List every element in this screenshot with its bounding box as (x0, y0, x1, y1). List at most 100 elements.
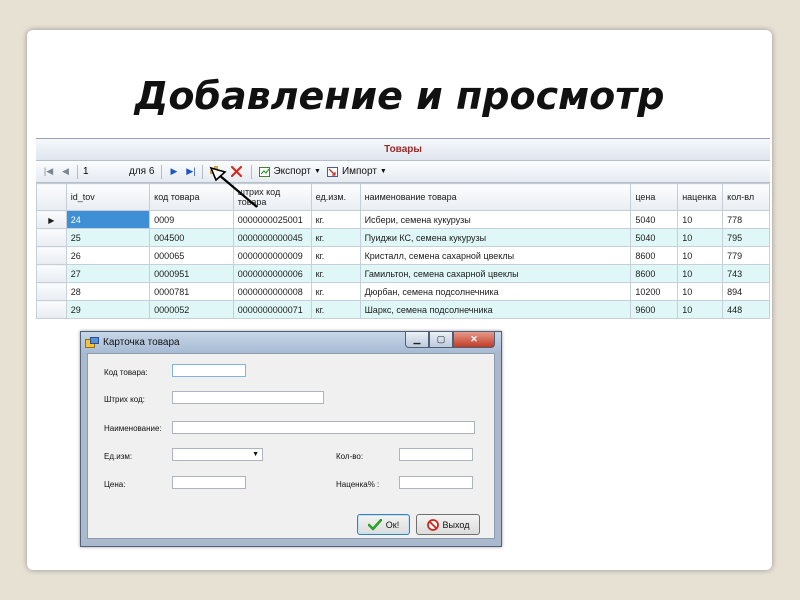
import-label: Импорт (341, 166, 377, 177)
cell-name[interactable]: Дюрбан, семена подсолнечника (359, 282, 632, 301)
table-row[interactable]: 26 000065 0000000000009 кг. Кристалл, се… (36, 246, 770, 265)
maximize-button[interactable]: ▢ (429, 332, 453, 348)
column-header[interactable]: наценка (677, 183, 724, 211)
export-dropdown-button[interactable]: Экспорт ▼ (258, 165, 321, 178)
cell-markup[interactable]: 10 (677, 246, 724, 265)
cell-name[interactable]: Исбери, семена кукурузы (359, 210, 632, 229)
cell-id[interactable]: 29 (65, 300, 151, 319)
cell-qty[interactable]: 795 (722, 228, 770, 247)
cell-markup[interactable]: 10 (677, 264, 724, 283)
pointer-arrow-icon (209, 166, 258, 208)
ok-button[interactable]: Ок! (357, 514, 410, 535)
column-header[interactable]: цена (630, 183, 679, 211)
move-next-icon[interactable]: ▶ (167, 165, 180, 178)
barcode-input[interactable] (172, 391, 324, 404)
cell-id[interactable]: 24 (65, 210, 151, 229)
qty-input[interactable] (399, 448, 473, 461)
products-table: id_tov код товара штрих код товара ед.из… (36, 183, 770, 319)
cell-markup[interactable]: 10 (677, 210, 724, 229)
column-header[interactable]: ед.изм. (310, 183, 361, 211)
cell-unit[interactable]: кг. (310, 264, 361, 283)
cell-code[interactable]: 0000052 (149, 300, 234, 319)
row-selector[interactable] (36, 282, 67, 301)
count-label: для 6 (129, 166, 155, 177)
table-row[interactable]: ▶ 24 0009 0000000025001 кг. Исбери, семе… (36, 210, 770, 229)
move-last-icon[interactable]: ▶| (184, 165, 197, 178)
cell-qty[interactable]: 894 (722, 282, 770, 301)
cell-unit[interactable]: кг. (310, 282, 361, 301)
table-row[interactable]: 25 004500 0000000000045 кг. Пуиджи КС, с… (36, 228, 770, 247)
table-row[interactable]: 28 0000781 0000000000008 кг. Дюрбан, сем… (36, 282, 770, 301)
cell-markup[interactable]: 10 (677, 300, 724, 319)
binding-navigator: |◀ ◀ для 6 ▶ ▶| Экспорт ▼ (36, 161, 770, 183)
column-header[interactable]: id_tov (65, 183, 151, 211)
cell-markup[interactable]: 10 (677, 282, 724, 301)
window-controls: ▁ ▢ ✕ (405, 332, 495, 348)
cell-price[interactable]: 5040 (630, 210, 679, 229)
cell-qty[interactable]: 743 (722, 264, 770, 283)
cell-unit[interactable]: кг. (310, 210, 361, 229)
toolbar-separator (202, 164, 204, 179)
cell-price[interactable]: 8600 (630, 264, 679, 283)
minimize-button[interactable]: ▁ (405, 332, 429, 348)
row-selector[interactable] (36, 264, 67, 283)
cell-name[interactable]: Шаркс, семена подсолнечника (359, 300, 632, 319)
products-grid-window: Товары |◀ ◀ для 6 ▶ ▶| Экспорт ▼ (36, 138, 770, 322)
cell-barcode[interactable]: 0000000000006 (232, 264, 312, 283)
cell-unit[interactable]: кг. (310, 228, 361, 247)
table-row[interactable]: 27 0000951 0000000000006 кг. Гамильтон, … (36, 264, 770, 283)
import-dropdown-button[interactable]: Импорт ▼ (327, 165, 387, 178)
close-icon: ✕ (470, 334, 478, 344)
cell-id[interactable]: 25 (65, 228, 151, 247)
markup-input[interactable] (399, 476, 473, 489)
move-first-icon[interactable]: |◀ (42, 165, 55, 178)
exit-button[interactable]: Выход (416, 514, 480, 535)
cell-id[interactable]: 28 (65, 282, 151, 301)
cell-barcode[interactable]: 0000000000071 (232, 300, 312, 319)
cell-unit[interactable]: кг. (310, 246, 361, 265)
price-input[interactable] (172, 476, 246, 489)
cell-code[interactable]: 000065 (149, 246, 234, 265)
cell-price[interactable]: 8600 (630, 246, 679, 265)
minimize-icon: ▁ (413, 334, 421, 344)
cell-barcode[interactable]: 0000000000009 (232, 246, 312, 265)
column-header[interactable]: наименование товара (359, 183, 632, 211)
current-row-icon: ▶ (48, 215, 55, 225)
cell-code[interactable]: 004500 (149, 228, 234, 247)
code-label: Код товара: (104, 368, 148, 377)
code-input[interactable] (172, 364, 246, 377)
cell-price[interactable]: 5040 (630, 228, 679, 247)
cell-code[interactable]: 0000951 (149, 264, 234, 283)
dialog-titlebar[interactable]: Карточка товара ▁ ▢ ✕ (81, 332, 501, 353)
cell-name[interactable]: Гамильтон, семена сахарной цвеклы (359, 264, 632, 283)
move-previous-icon[interactable]: ◀ (59, 165, 72, 178)
qty-label: Кол-во: (336, 452, 364, 461)
column-header[interactable]: кол-вл (722, 183, 770, 211)
cell-id[interactable]: 26 (65, 246, 151, 265)
row-selector[interactable] (36, 228, 67, 247)
cell-id[interactable]: 27 (65, 264, 151, 283)
toolbar-separator (161, 164, 163, 179)
unit-select[interactable]: ▼ (172, 448, 263, 461)
row-selector[interactable] (36, 300, 67, 319)
cell-qty[interactable]: 778 (722, 210, 770, 229)
row-selector[interactable]: ▶ (36, 210, 67, 229)
cell-barcode[interactable]: 0000000000045 (232, 228, 312, 247)
cell-name[interactable]: Кристалл, семена сахарной цвеклы (359, 246, 632, 265)
position-input[interactable] (81, 165, 123, 178)
cell-barcode[interactable]: 0000000000008 (232, 282, 312, 301)
cell-unit[interactable]: кг. (310, 300, 361, 319)
cell-price[interactable]: 10200 (630, 282, 679, 301)
name-input[interactable] (172, 421, 475, 434)
cell-name[interactable]: Пуиджи КС, семена кукурузы (359, 228, 632, 247)
cell-qty[interactable]: 448 (722, 300, 770, 319)
cell-price[interactable]: 9600 (630, 300, 679, 319)
table-row[interactable]: 29 0000052 0000000000071 кг. Шаркс, семе… (36, 300, 770, 319)
cell-markup[interactable]: 10 (677, 228, 724, 247)
cell-qty[interactable]: 779 (722, 246, 770, 265)
close-button[interactable]: ✕ (453, 332, 495, 348)
price-label: Цена: (104, 480, 126, 489)
cell-code[interactable]: 0000781 (149, 282, 234, 301)
dialog-body: Код товара: Штрих код: Наименование: Ед.… (87, 353, 495, 539)
row-selector[interactable] (36, 246, 67, 265)
